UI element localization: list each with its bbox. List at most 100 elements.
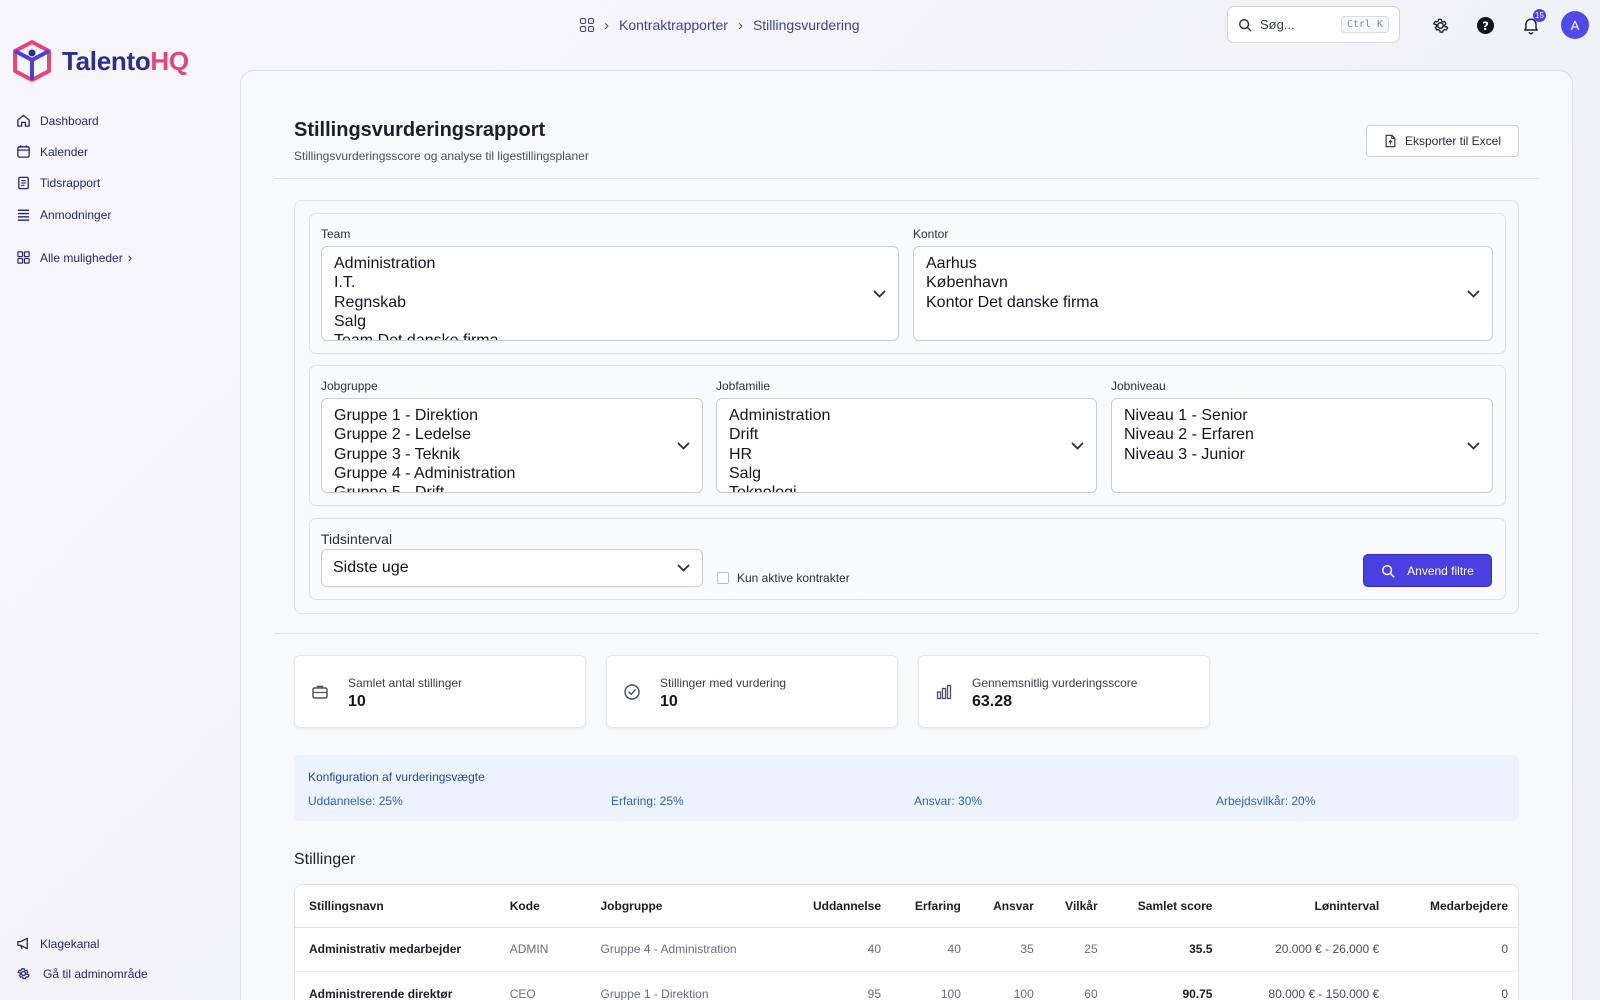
- apps-grid-icon[interactable]: [580, 18, 594, 32]
- brand-logo[interactable]: TalentoHQ: [12, 40, 189, 82]
- active-only-toggle[interactable]: Kun aktive kontrakter: [717, 571, 850, 585]
- cell-code: ADMIN: [499, 927, 591, 972]
- sidebar-item-label: Klagekanal: [40, 936, 100, 951]
- team-multiselect[interactable]: Administration I.T. Regnskab Salg Team D…: [321, 246, 899, 341]
- active-only-checkbox[interactable]: [717, 572, 729, 584]
- sidebar-all-options[interactable]: Alle muligheder ›: [16, 250, 132, 265]
- chevron-right-icon: ›: [604, 16, 609, 34]
- search-input[interactable]: Søg... Ctrl K: [1227, 6, 1400, 43]
- sidebar-item-label: Dashboard: [40, 113, 99, 128]
- column-header[interactable]: Ansvar: [970, 885, 1044, 928]
- positions-table: Stillingsnavn Kode Jobgruppe Uddannelse …: [294, 884, 1519, 1000]
- column-header[interactable]: Kode: [499, 885, 591, 928]
- chevron-down-icon: [677, 564, 690, 572]
- chevron-down-icon: [1071, 442, 1084, 450]
- weight-conditions: Arbejdsvilkår: 20%: [1216, 794, 1316, 808]
- job-family-label: Jobfamilie: [716, 379, 771, 393]
- sidebar-item-calendar[interactable]: Kalender: [16, 144, 88, 159]
- apply-filters-button[interactable]: Anvend filtre: [1363, 554, 1492, 587]
- export-excel-button[interactable]: Eksporter til Excel: [1366, 125, 1519, 157]
- column-header[interactable]: Stillingsnavn: [295, 885, 500, 928]
- chevron-right-icon: ›: [127, 250, 133, 265]
- settings-button[interactable]: [1427, 12, 1453, 38]
- option[interactable]: Gruppe 3 - Teknik: [334, 445, 690, 464]
- avatar[interactable]: A: [1561, 11, 1589, 39]
- option[interactable]: Gruppe 2 - Ledelse: [334, 425, 690, 444]
- option[interactable]: Regnskab: [334, 293, 886, 312]
- interval-select[interactable]: Sidste uge: [321, 549, 703, 587]
- cell-salary-range: 80.000 € - 150.000 €: [1222, 971, 1390, 1000]
- sidebar-item-timesheet[interactable]: Tidsrapport: [16, 175, 100, 190]
- option[interactable]: Administration: [334, 254, 886, 273]
- option[interactable]: Gruppe 5 - Drift: [334, 483, 690, 492]
- chevron-down-icon: [1467, 290, 1480, 298]
- chevron-down-icon: [873, 290, 886, 298]
- option[interactable]: Niveau 3 - Junior: [1124, 445, 1480, 464]
- option[interactable]: I.T.: [334, 273, 886, 292]
- section-title: Stillinger: [294, 851, 356, 868]
- grid-icon: [16, 250, 31, 265]
- column-header[interactable]: Vilkår: [1043, 885, 1108, 928]
- column-header[interactable]: Medarbejdere: [1389, 885, 1518, 928]
- stat-card-average-score: Gennemsnitlig vurderingsscore 63.28: [918, 655, 1210, 728]
- sidebar-item-admin[interactable]: Gå til adminområde: [16, 966, 148, 981]
- stat-value: 10: [660, 693, 678, 710]
- column-header[interactable]: Jobgruppe: [590, 885, 761, 928]
- stat-card-total-positions: Samlet antal stillinger 10: [294, 655, 586, 728]
- column-header[interactable]: Uddannelse: [760, 885, 891, 928]
- option[interactable]: Gruppe 1 - Direktion: [334, 406, 690, 425]
- column-header[interactable]: Løninterval: [1222, 885, 1390, 928]
- help-icon: ?: [1476, 16, 1494, 34]
- sidebar-item-dashboard[interactable]: Dashboard: [16, 113, 99, 128]
- option[interactable]: Drift: [729, 425, 1084, 444]
- search-icon: [1382, 564, 1395, 577]
- sidebar-item-complaints[interactable]: Klagekanal: [16, 936, 99, 951]
- job-level-multiselect[interactable]: Niveau 1 - Senior Niveau 2 - Erfaren Niv…: [1111, 398, 1493, 493]
- table-header-row: Stillingsnavn Kode Jobgruppe Uddannelse …: [295, 885, 1518, 928]
- weight-experience: Erfaring: 25%: [611, 794, 684, 808]
- table-row[interactable]: Administrerende direktør CEO Gruppe 1 - …: [295, 971, 1518, 1000]
- sidebar-item-requests[interactable]: Anmodninger: [16, 207, 111, 222]
- table-row[interactable]: Administrativ medarbejder ADMIN Gruppe 4…: [295, 927, 1518, 972]
- help-button[interactable]: ?: [1472, 12, 1498, 38]
- chevron-down-icon: [677, 442, 690, 450]
- active-only-label: Kun aktive kontrakter: [737, 571, 850, 585]
- option[interactable]: Salg: [729, 464, 1084, 483]
- office-multiselect[interactable]: Aarhus København Kontor Det danske firma: [913, 246, 1493, 341]
- interval-value: Sidste uge: [333, 559, 409, 576]
- notification-badge: 15: [1533, 9, 1546, 22]
- column-header[interactable]: Samlet score: [1107, 885, 1223, 928]
- breadcrumb-job-evaluation[interactable]: Stillingsvurdering: [753, 17, 860, 33]
- sidebar-item-label: Alle muligheder: [40, 250, 123, 265]
- sidebar-item-label: Kalender: [40, 144, 89, 159]
- option[interactable]: København: [926, 273, 1480, 292]
- option[interactable]: Kontor Det danske firma: [926, 293, 1480, 312]
- interval-label: Tidsinterval: [321, 531, 393, 547]
- apply-filters-label: Anvend filtre: [1407, 563, 1474, 578]
- option[interactable]: Team Det danske firma: [334, 331, 886, 340]
- stat-value: 63.28: [972, 693, 1013, 710]
- notifications-button[interactable]: 15: [1518, 9, 1546, 38]
- option[interactable]: HR: [729, 445, 1084, 464]
- export-label: Eksporter til Excel: [1404, 134, 1502, 148]
- option[interactable]: Niveau 2 - Erfaren: [1124, 425, 1480, 444]
- svg-text:?: ?: [1482, 18, 1489, 32]
- search-placeholder: Søg...: [1260, 17, 1295, 32]
- option[interactable]: Niveau 1 - Senior: [1124, 406, 1480, 425]
- breadcrumb-contract-reports[interactable]: Kontraktrapporter: [619, 17, 728, 33]
- bar-chart-icon: [936, 684, 952, 700]
- team-label: Team: [321, 227, 351, 241]
- job-family-multiselect[interactable]: Administration Drift HR Salg Teknologi: [716, 398, 1097, 493]
- option[interactable]: Aarhus: [926, 254, 1480, 273]
- clipboard-icon: [16, 175, 31, 190]
- option[interactable]: Salg: [334, 312, 886, 331]
- divider: [274, 178, 1539, 179]
- option[interactable]: Administration: [729, 406, 1084, 425]
- option[interactable]: Teknologi: [729, 483, 1084, 492]
- cell-responsibility: 35: [970, 927, 1044, 972]
- cell-total-score: 90.75: [1107, 971, 1223, 1000]
- column-header[interactable]: Erfaring: [891, 885, 971, 928]
- option[interactable]: Gruppe 4 - Administration: [334, 464, 690, 483]
- job-group-multiselect[interactable]: Gruppe 1 - Direktion Gruppe 2 - Ledelse …: [321, 398, 703, 493]
- search-icon: [1239, 18, 1252, 31]
